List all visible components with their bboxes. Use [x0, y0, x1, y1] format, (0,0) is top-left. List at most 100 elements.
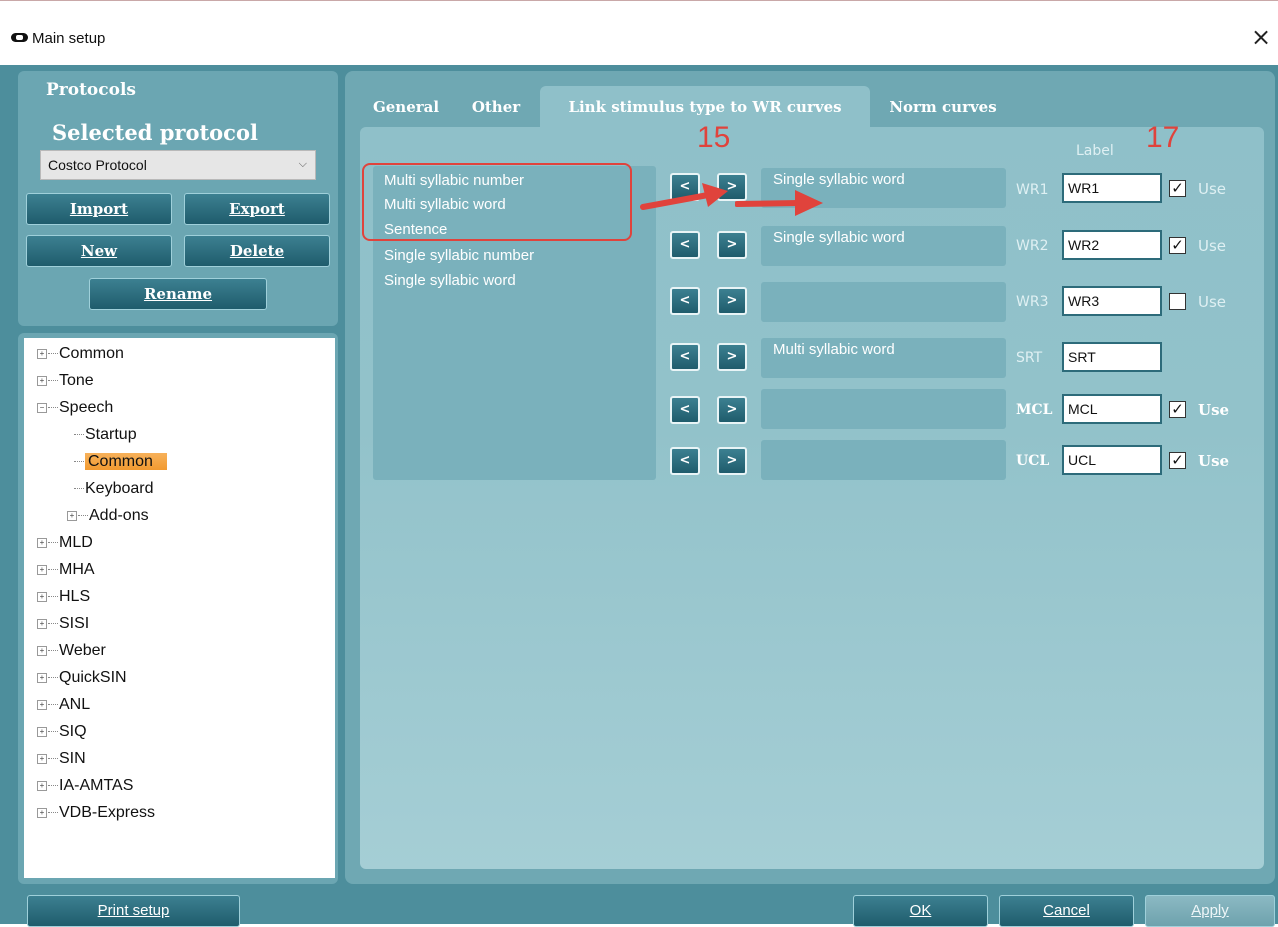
move-left-button-srt[interactable]: <	[670, 343, 700, 371]
tree-node-tone[interactable]: + Tone	[37, 367, 94, 394]
tree-node-weber[interactable]: + Weber	[37, 637, 106, 664]
wr2-label-input[interactable]: WR2	[1062, 230, 1162, 260]
delete-button[interactable]: Delete	[184, 235, 330, 267]
expand-icon[interactable]: +	[37, 645, 47, 656]
move-right-button-wr2[interactable]: >	[717, 231, 747, 259]
annotation-step-17: 17	[1146, 121, 1180, 154]
tree-node-anl[interactable]: + ANL	[37, 691, 90, 718]
tab-norm-curves[interactable]: Norm curves	[870, 86, 1016, 128]
expand-icon[interactable]: +	[37, 564, 47, 575]
mcl-label-input[interactable]: MCL	[1062, 394, 1162, 424]
collapse-icon[interactable]: −	[37, 402, 47, 413]
expand-icon[interactable]: +	[37, 726, 47, 737]
tree-node-siq[interactable]: + SIQ	[37, 718, 87, 745]
wr1-label-input[interactable]: WR1	[1062, 173, 1162, 203]
wr3-use-checkbox[interactable]	[1169, 293, 1186, 310]
export-button[interactable]: Export	[184, 193, 330, 225]
ok-button[interactable]: OK	[853, 895, 988, 927]
ucl-use-label: Use	[1198, 452, 1230, 470]
tree-node-speech[interactable]: − Speech	[37, 394, 113, 421]
tree-node-hls[interactable]: + HLS	[37, 583, 90, 610]
annotation-arrow-icon	[640, 183, 728, 210]
expand-icon[interactable]: +	[37, 780, 47, 791]
ucl-tag: UCL	[1016, 453, 1050, 469]
list-item[interactable]: Single syllabic word	[384, 272, 516, 289]
expand-icon[interactable]: +	[37, 618, 47, 629]
move-left-button-ucl[interactable]: <	[670, 447, 700, 475]
tree-node-sin[interactable]: + SIN	[37, 745, 86, 772]
expand-icon[interactable]: +	[37, 537, 47, 548]
close-icon[interactable]: ×	[1251, 24, 1271, 50]
annotation-highlight-box	[362, 163, 632, 241]
tree-node-common[interactable]: + Common	[37, 340, 124, 367]
import-button[interactable]: Import	[26, 193, 172, 225]
chevron-down-icon: ⌵	[298, 158, 307, 170]
selected-node-label: Common	[85, 453, 167, 470]
wr3-assigned-box[interactable]	[761, 282, 1006, 322]
wr2-tag: WR2	[1016, 238, 1049, 254]
print-setup-button[interactable]: Print setup	[27, 895, 240, 927]
wr3-tag: WR3	[1016, 294, 1049, 310]
new-button[interactable]: New	[26, 235, 172, 267]
label-column-header: Label	[1076, 143, 1114, 159]
list-item[interactable]: Single syllabic number	[384, 247, 534, 264]
srt-assigned-stimulus: Multi syllabic word	[773, 341, 895, 358]
move-left-button-wr2[interactable]: <	[670, 231, 700, 259]
wr1-use-checkbox[interactable]: ✓	[1169, 180, 1186, 197]
selected-protocol-header: Selected protocol	[52, 120, 258, 145]
mcl-use-checkbox[interactable]: ✓	[1169, 401, 1186, 418]
hearing-device-icon	[11, 33, 28, 42]
expand-icon[interactable]: +	[37, 375, 47, 386]
wr2-use-label: Use	[1198, 237, 1227, 255]
tree-node-vdb-express[interactable]: + VDB-Express	[37, 799, 155, 826]
ucl-label-input[interactable]: UCL	[1062, 445, 1162, 475]
wr2-use-checkbox[interactable]: ✓	[1169, 237, 1186, 254]
tab-other[interactable]: Other	[455, 86, 537, 128]
window-title: Main setup	[32, 30, 106, 47]
protocol-tree[interactable]: + Common + Tone − Speech Startup Common Key…	[24, 338, 335, 878]
tree-node-keyboard[interactable]: Keyboard	[74, 475, 154, 502]
tree-node-add-ons[interactable]: + Add-ons	[67, 502, 149, 529]
tab-general[interactable]: General	[365, 86, 447, 128]
mcl-tag: MCL	[1016, 402, 1053, 418]
move-left-button-mcl[interactable]: <	[670, 396, 700, 424]
tree-node-mld[interactable]: + MLD	[37, 529, 93, 556]
expand-icon[interactable]: +	[37, 348, 47, 359]
expand-icon[interactable]: +	[37, 699, 47, 710]
ucl-assigned-box[interactable]	[761, 440, 1006, 480]
expand-icon[interactable]: +	[67, 510, 77, 521]
tree-node-speech-common[interactable]: Common	[74, 448, 167, 475]
ucl-use-checkbox[interactable]: ✓	[1169, 452, 1186, 469]
annotation-step-15: 15	[697, 121, 731, 154]
wr1-use-label: Use	[1198, 180, 1227, 198]
cancel-button[interactable]: Cancel	[999, 895, 1134, 927]
expand-icon[interactable]: +	[37, 753, 47, 764]
mcl-use-label: Use	[1198, 401, 1230, 419]
protocols-header: Protocols	[46, 80, 136, 100]
srt-label-input[interactable]: SRT	[1062, 342, 1162, 372]
rename-button[interactable]: Rename	[89, 278, 267, 310]
move-right-button-ucl[interactable]: >	[717, 447, 747, 475]
srt-tag: SRT	[1016, 350, 1043, 366]
annotation-arrow-icon	[735, 190, 823, 216]
expand-icon[interactable]: +	[37, 591, 47, 602]
protocol-dropdown-value: Costco Protocol	[48, 157, 147, 173]
move-right-button-srt[interactable]: >	[717, 343, 747, 371]
apply-button[interactable]: Apply	[1145, 895, 1275, 927]
move-left-button-wr3[interactable]: <	[670, 287, 700, 315]
wr3-use-label: Use	[1198, 293, 1227, 311]
move-right-button-mcl[interactable]: >	[717, 396, 747, 424]
wr2-assigned-stimulus: Single syllabic word	[773, 229, 905, 246]
tree-node-mha[interactable]: + MHA	[37, 556, 95, 583]
protocol-dropdown[interactable]: Costco Protocol ⌵	[40, 150, 316, 180]
tree-node-quicksin[interactable]: + QuickSIN	[37, 664, 127, 691]
wr3-label-input[interactable]: WR3	[1062, 286, 1162, 316]
tree-node-startup[interactable]: Startup	[74, 421, 137, 448]
expand-icon[interactable]: +	[37, 807, 47, 818]
tree-node-sisi[interactable]: + SISI	[37, 610, 89, 637]
mcl-assigned-box[interactable]	[761, 389, 1006, 429]
expand-icon[interactable]: +	[37, 672, 47, 683]
move-right-button-wr3[interactable]: >	[717, 287, 747, 315]
tree-node-ia-amtas[interactable]: + IA-AMTAS	[37, 772, 133, 799]
wr1-tag: WR1	[1016, 182, 1049, 198]
